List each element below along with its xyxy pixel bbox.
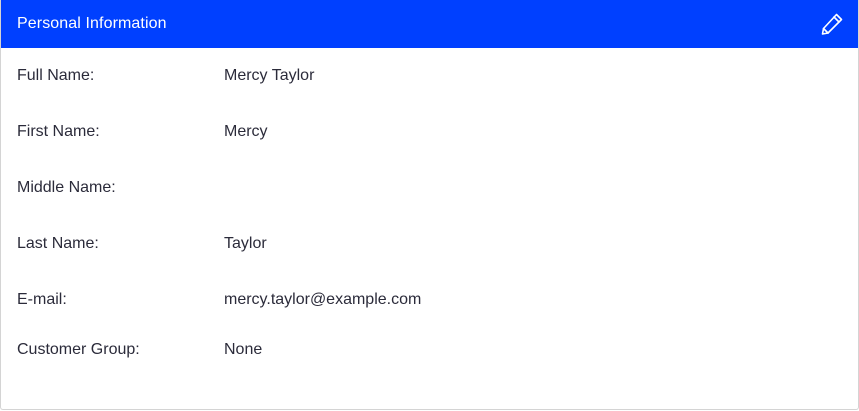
field-value: None bbox=[224, 341, 263, 358]
field-row-customer-group: Customer Group: None bbox=[1, 338, 858, 362]
field-value: Taylor bbox=[224, 235, 267, 252]
field-row-full-name: Full Name: Mercy Taylor bbox=[1, 64, 858, 88]
field-label: Middle Name: bbox=[17, 179, 116, 196]
field-row-email: E-mail: mercy.taylor@example.com bbox=[1, 288, 858, 312]
field-row-last-name: Last Name: Taylor bbox=[1, 232, 858, 256]
field-label: Customer Group: bbox=[17, 341, 140, 358]
field-label: E-mail: bbox=[17, 291, 67, 308]
card-header: Personal Information bbox=[1, 0, 858, 48]
field-row-middle-name: Middle Name: bbox=[1, 176, 858, 200]
field-label: Full Name: bbox=[17, 67, 95, 84]
field-label: First Name: bbox=[17, 123, 100, 140]
field-value: mercy.taylor@example.com bbox=[224, 291, 422, 308]
field-value: Mercy bbox=[224, 123, 268, 140]
pencil-icon bbox=[821, 13, 843, 35]
card-title: Personal Information bbox=[17, 15, 167, 32]
personal-information-card: Personal Information Full Name: Mercy Ta… bbox=[0, 0, 859, 410]
field-label: Last Name: bbox=[17, 235, 99, 252]
field-value: Mercy Taylor bbox=[224, 67, 315, 84]
field-row-first-name: First Name: Mercy bbox=[1, 120, 858, 144]
edit-button[interactable] bbox=[818, 10, 846, 38]
